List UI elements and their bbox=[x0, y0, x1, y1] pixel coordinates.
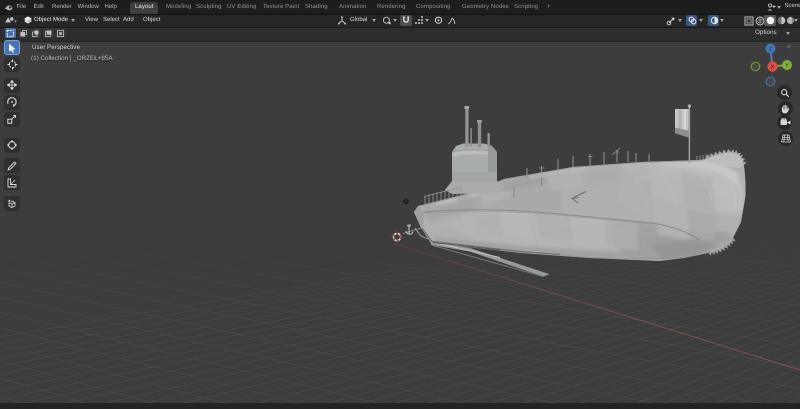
svg-text:X: X bbox=[771, 65, 775, 71]
svg-text:Y: Y bbox=[785, 63, 789, 69]
